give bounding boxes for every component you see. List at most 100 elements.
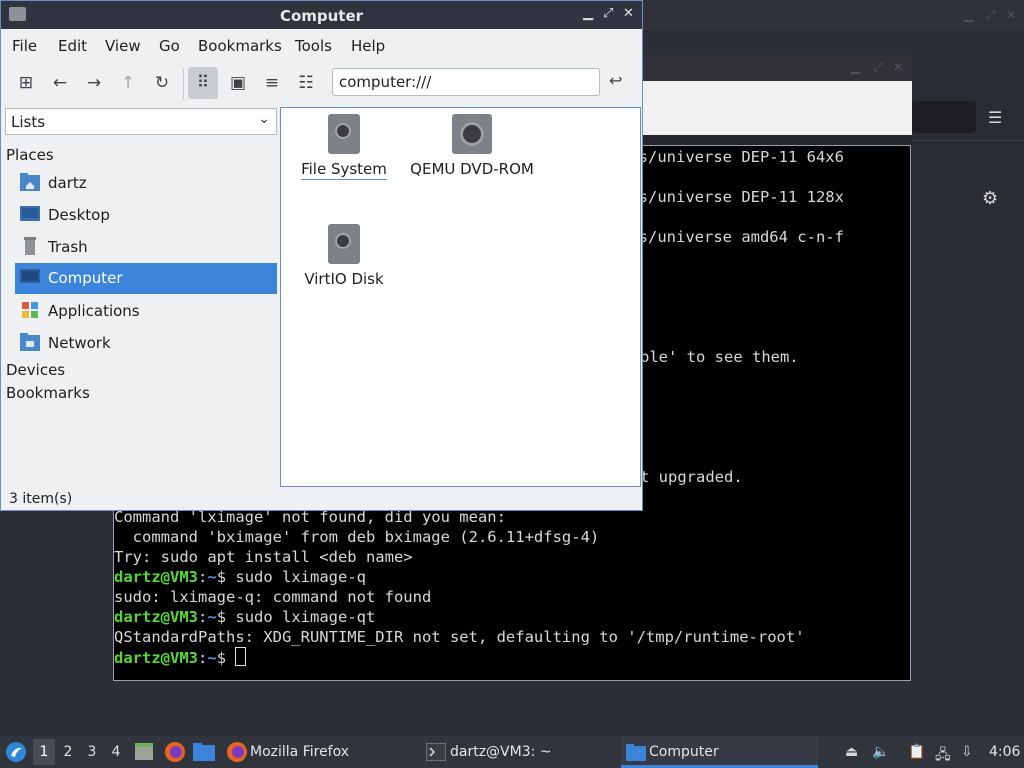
firefox-content xyxy=(912,80,1024,516)
terminal-prompt-line: dartz@VM3:~$ xyxy=(114,647,247,668)
terminal-cursor xyxy=(235,647,247,666)
workspace-2[interactable]: 2 xyxy=(57,744,79,760)
bg-minimize-icon[interactable]: ▁ xyxy=(964,8,973,22)
gear-icon[interactable]: ⚙ xyxy=(982,188,998,209)
workspace-1[interactable]: 1 xyxy=(33,739,55,765)
clock[interactable]: 4:06 xyxy=(989,744,1020,760)
menu-view[interactable]: View xyxy=(105,37,141,55)
file-item-label: File System xyxy=(301,160,387,180)
menu-go[interactable]: Go xyxy=(159,37,180,55)
task-label: Computer xyxy=(649,744,719,760)
thumbnail-view-icon[interactable]: ▣ xyxy=(223,70,253,96)
file-view[interactable]: File System QEMU DVD-ROM VirtIO Disk xyxy=(280,107,641,487)
terminal-line: t upgraded. xyxy=(640,468,743,486)
close-icon[interactable]: ✕ xyxy=(623,6,634,21)
new-tab-icon[interactable]: ⊞ xyxy=(11,70,41,96)
window-titlebar[interactable]: Computer ▁ ⤢ ✕ xyxy=(1,1,642,29)
sidebar-item-home[interactable]: dartz xyxy=(15,168,277,198)
minimize-icon[interactable]: ▁ xyxy=(583,6,593,21)
ff-minimize-icon[interactable]: ▁ xyxy=(851,60,860,74)
prompt-path: ~ xyxy=(207,568,217,586)
bg-close-icon[interactable]: ✕ xyxy=(1006,8,1016,22)
update-icon[interactable]: ⇩ xyxy=(961,744,973,760)
sidebar-item-label: Network xyxy=(48,334,111,352)
firefox-url-bar[interactable] xyxy=(912,101,976,133)
reload-icon[interactable]: ↻ xyxy=(147,70,177,96)
firefox-launcher-icon[interactable] xyxy=(164,741,186,763)
devices-header[interactable]: Devices xyxy=(6,361,65,379)
sidebar-item-trash[interactable]: Trash xyxy=(15,232,277,262)
terminal-line: rts/universe amd64 c-n-f xyxy=(620,228,844,246)
hamburger-menu-icon[interactable]: ☰ xyxy=(988,108,1002,127)
detailed-list-icon[interactable]: ☷ xyxy=(291,70,321,96)
menu-tools[interactable]: Tools xyxy=(295,37,332,55)
command-text: sudo lximage-qt xyxy=(235,608,376,626)
volume-icon[interactable]: 🔈 xyxy=(872,744,889,760)
task-firefox[interactable]: Mozilla Firefox xyxy=(222,736,417,768)
terminal-icon xyxy=(426,743,446,761)
terminal-prompt-line: dartz@VM3:~$ sudo lximage-qt xyxy=(114,607,375,627)
firefox-divider xyxy=(912,140,1024,141)
ff-close-icon[interactable]: ✕ xyxy=(893,60,903,74)
terminal-line: rts/universe DEP-11 128x xyxy=(620,188,844,206)
desktop-icon xyxy=(20,206,40,221)
prompt-dollar: $ xyxy=(216,608,236,626)
eject-icon[interactable]: ⏏ xyxy=(845,744,858,760)
network-icon[interactable]: 🖧 xyxy=(935,744,951,768)
clipboard-icon[interactable]: 📋 xyxy=(908,744,925,760)
maximize-icon[interactable]: ⤢ xyxy=(603,6,613,21)
sidebar-item-label: Applications xyxy=(48,302,140,320)
taskbar: 1 2 3 4 Mozilla Firefox dartz@VM3: ~ Com… xyxy=(0,736,1024,768)
compact-view-icon[interactable]: ≡ xyxy=(257,70,287,96)
back-icon[interactable]: ← xyxy=(45,70,75,96)
sidebar-item-desktop[interactable]: Desktop xyxy=(15,200,277,230)
sidebar-item-computer[interactable]: Computer xyxy=(15,263,277,294)
drive-icon xyxy=(328,224,360,264)
places-header[interactable]: Places xyxy=(6,146,54,164)
terminal-line: command 'bximage' from deb bximage (2.6.… xyxy=(114,528,600,546)
drive-icon xyxy=(328,114,360,154)
bg-maximize-icon[interactable]: ⤢ xyxy=(986,8,996,23)
workspace-4[interactable]: 4 xyxy=(105,744,127,760)
up-icon[interactable]: ↑ xyxy=(113,70,143,96)
prompt-user: dartz@VM3 xyxy=(114,608,198,626)
go-icon[interactable]: ↩ xyxy=(609,71,622,90)
dvd-icon xyxy=(452,114,492,154)
chevron-down-icon: ⌄ xyxy=(258,111,270,127)
file-manager-window: Computer ▁ ⤢ ✕ File Edit View Go Bookmar… xyxy=(0,0,643,511)
menu-help[interactable]: Help xyxy=(351,37,385,55)
start-menu-icon[interactable] xyxy=(5,741,27,763)
menu-bookmarks[interactable]: Bookmarks xyxy=(198,37,282,55)
menu-edit[interactable]: Edit xyxy=(58,37,87,55)
prompt-sep: : xyxy=(198,568,208,586)
file-manager-launcher-icon[interactable] xyxy=(134,742,154,762)
side-pane-mode-select[interactable]: Lists ⌄ xyxy=(5,108,277,135)
task-computer[interactable]: Computer xyxy=(621,736,818,768)
firefox-toolbar xyxy=(643,81,912,135)
sidebar-item-applications[interactable]: Applications xyxy=(15,296,277,326)
file-item-virtio[interactable]: VirtIO Disk xyxy=(299,224,389,288)
sidebar-item-network[interactable]: Network xyxy=(15,328,277,358)
folder-icon xyxy=(626,744,646,761)
path-input[interactable]: computer:/// xyxy=(332,68,600,96)
ff-maximize-icon[interactable]: ⤢ xyxy=(873,60,883,75)
terminal-line: sudo: lximage-q: command not found xyxy=(114,588,432,606)
sidebar-item-label: Computer xyxy=(48,269,123,287)
task-label: Mozilla Firefox xyxy=(250,744,350,760)
network-folder-icon xyxy=(20,333,40,351)
task-terminal[interactable]: dartz@VM3: ~ xyxy=(422,736,617,768)
bookmarks-header[interactable]: Bookmarks xyxy=(6,384,90,402)
prompt-path: ~ xyxy=(207,649,217,667)
workspace-3[interactable]: 3 xyxy=(81,744,103,760)
folder-launcher-icon[interactable] xyxy=(193,742,215,762)
file-item-dvd[interactable]: QEMU DVD-ROM xyxy=(407,114,537,178)
forward-icon[interactable]: → xyxy=(79,70,109,96)
computer-icon xyxy=(20,269,40,283)
prompt-sep: : xyxy=(198,608,208,626)
sidebar-item-label: dartz xyxy=(48,174,87,192)
trash-icon xyxy=(24,237,36,255)
file-item-filesystem[interactable]: File System xyxy=(299,114,389,180)
menu-file[interactable]: File xyxy=(12,37,37,55)
icon-view-icon[interactable]: ⠿ xyxy=(188,67,218,99)
sidebar-item-label: Trash xyxy=(48,238,88,256)
